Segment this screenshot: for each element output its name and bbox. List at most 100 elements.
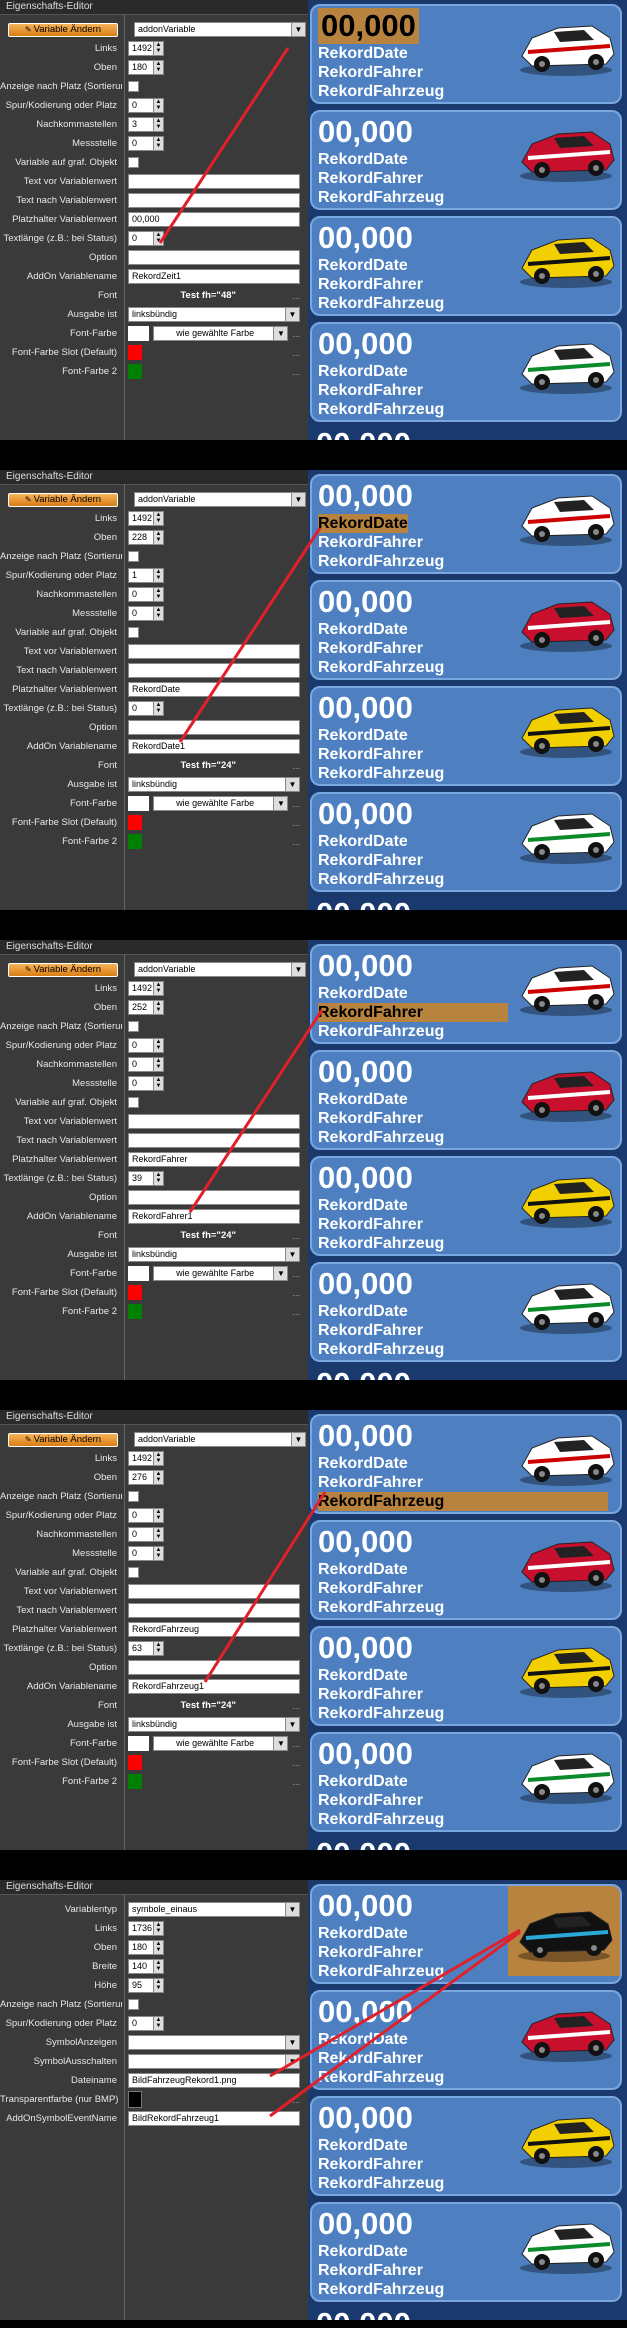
number-stepper[interactable]: 276 ▲ ▼ xyxy=(128,1470,164,1485)
spinner-arrows-icon[interactable]: ▲ ▼ xyxy=(153,137,163,150)
number-stepper[interactable]: 0 ▲ ▼ xyxy=(128,1076,164,1091)
text-input[interactable]: RekordDate1 xyxy=(128,739,300,754)
spinner-arrows-icon[interactable]: ▲ ▼ xyxy=(153,2017,163,2030)
position-card[interactable]: 00,000 RekordDate RekordFahrer RekordFahrze… xyxy=(310,322,622,422)
ellipsis-button[interactable]: ... xyxy=(292,1307,300,1317)
ellipsis-button[interactable]: ... xyxy=(292,291,300,301)
chevron-down-icon[interactable]: ▼ xyxy=(285,308,299,321)
spinner-arrows-icon[interactable]: ▲ ▼ xyxy=(153,232,163,245)
spinner-arrows-icon[interactable]: ▲ ▼ xyxy=(153,982,163,995)
color-swatch[interactable] xyxy=(128,1266,150,1281)
dropdown-select[interactable]: linksbündig ▼ xyxy=(128,307,300,322)
number-stepper[interactable]: 0 ▲ ▼ xyxy=(128,701,164,716)
spinner-arrows-icon[interactable]: ▲ ▼ xyxy=(153,118,163,131)
number-stepper[interactable]: 140 ▲ ▼ xyxy=(128,1959,164,1974)
position-card[interactable]: 00,000 RekordDate RekordFahrer RekordFahrze… xyxy=(310,1732,622,1832)
spinner-arrows-icon[interactable]: ▲ ▼ xyxy=(153,1471,163,1484)
dropdown-select[interactable]: addonVariable ▼ xyxy=(134,1432,306,1447)
spinner-arrows-icon[interactable]: ▲ ▼ xyxy=(153,607,163,620)
chevron-down-icon[interactable]: ▼ xyxy=(291,23,305,36)
text-input[interactable] xyxy=(128,193,300,208)
position-card[interactable]: 00,000 RekordDate RekordFahrer RekordFahrze… xyxy=(310,792,622,892)
text-input[interactable]: RekordZeit1 xyxy=(128,269,300,284)
spinner-arrows-icon[interactable]: ▲ ▼ xyxy=(153,1941,163,1954)
chevron-down-icon[interactable]: ▼ xyxy=(291,493,305,506)
number-stepper[interactable]: 1492 ▲ ▼ xyxy=(128,511,164,526)
chevron-down-icon[interactable]: ▼ xyxy=(285,2055,299,2068)
text-input[interactable]: RekordFahrzeug1 xyxy=(128,1679,300,1694)
variable-change-button[interactable]: ✎ Variable Ändern xyxy=(8,22,118,37)
dropdown-select[interactable]: ▼ xyxy=(128,2054,300,2069)
chevron-down-icon[interactable]: ▼ xyxy=(285,1903,299,1916)
color-dropdown[interactable]: wie gewählte Farbe ▼ xyxy=(153,1736,289,1751)
number-stepper[interactable]: 228 ▲ ▼ xyxy=(128,530,164,545)
position-card[interactable]: 00,000 RekordDate RekordFahrer RekordFahrze… xyxy=(310,944,622,1044)
color-swatch[interactable] xyxy=(128,815,143,830)
number-stepper[interactable]: 0 ▲ ▼ xyxy=(128,606,164,621)
spinner-arrows-icon[interactable]: ▲ ▼ xyxy=(153,61,163,74)
spinner-arrows-icon[interactable]: ▲ ▼ xyxy=(153,1001,163,1014)
chevron-down-icon[interactable]: ▼ xyxy=(273,797,288,810)
spinner-arrows-icon[interactable]: ▲ ▼ xyxy=(153,1547,163,1560)
spinner-arrows-icon[interactable]: ▲ ▼ xyxy=(153,1528,163,1541)
number-stepper[interactable]: 0 ▲ ▼ xyxy=(128,1527,164,1542)
font-preview[interactable]: Test fh="24" xyxy=(128,760,288,771)
ellipsis-button[interactable]: ... xyxy=(292,1739,300,1749)
color-swatch[interactable] xyxy=(128,834,143,849)
color-swatch[interactable] xyxy=(128,345,143,360)
ellipsis-button[interactable]: ... xyxy=(292,1269,300,1279)
ellipsis-button[interactable]: ... xyxy=(292,367,300,377)
number-stepper[interactable]: 3 ▲ ▼ xyxy=(128,117,164,132)
ellipsis-button[interactable]: ... xyxy=(292,799,300,809)
ellipsis-button[interactable]: ... xyxy=(292,761,300,771)
chevron-down-icon[interactable]: ▼ xyxy=(273,1737,288,1750)
variable-change-button[interactable]: ✎ Variable Ändern xyxy=(8,1432,118,1447)
spinner-arrows-icon[interactable]: ▲ ▼ xyxy=(153,512,163,525)
number-stepper[interactable]: 0 ▲ ▼ xyxy=(128,2016,164,2031)
text-input[interactable] xyxy=(128,1114,300,1129)
font-preview[interactable]: Test fh="24" xyxy=(128,1700,288,1711)
position-card[interactable]: 00,000 RekordDate RekordFahrer RekordFahrze… xyxy=(310,580,622,680)
position-card[interactable]: 00,000 RekordDate RekordFahrer RekordFahrze… xyxy=(310,474,622,574)
number-stepper[interactable]: 1736 ▲ ▼ xyxy=(128,1921,164,1936)
dropdown-select[interactable]: linksbündig ▼ xyxy=(128,777,300,792)
chevron-down-icon[interactable]: ▼ xyxy=(291,1433,305,1446)
position-card[interactable]: 00,000 RekordDate RekordFahrer RekordFahrze… xyxy=(310,1520,622,1620)
position-card[interactable]: 00,000 RekordDate RekordFahrer RekordFahrze… xyxy=(310,110,622,210)
chevron-down-icon[interactable]: ▼ xyxy=(273,1267,288,1280)
position-card[interactable]: 00,000 RekordDate RekordFahrer RekordFahrze… xyxy=(310,1050,622,1150)
ellipsis-button[interactable]: ... xyxy=(292,2095,300,2105)
number-stepper[interactable]: 39 ▲ ▼ xyxy=(128,1171,164,1186)
number-stepper[interactable]: 0 ▲ ▼ xyxy=(128,1546,164,1561)
ellipsis-button[interactable]: ... xyxy=(292,1231,300,1241)
position-card[interactable]: 00,000 RekordDate RekordFahrer RekordFahrze… xyxy=(310,216,622,316)
ellipsis-button[interactable]: ... xyxy=(292,348,300,358)
ellipsis-button[interactable]: ... xyxy=(292,1777,300,1787)
spinner-arrows-icon[interactable]: ▲ ▼ xyxy=(153,1642,163,1655)
color-swatch[interactable] xyxy=(128,326,150,341)
position-card[interactable]: 00,000 RekordDate RekordFahrer RekordFahrze… xyxy=(310,1262,622,1362)
color-swatch[interactable] xyxy=(128,1736,150,1751)
variable-change-button[interactable]: ✎ Variable Ändern xyxy=(8,492,118,507)
text-input[interactable] xyxy=(128,1603,300,1618)
text-input[interactable]: RekordDate xyxy=(128,682,300,697)
number-stepper[interactable]: 95 ▲ ▼ xyxy=(128,1978,164,1993)
text-input[interactable]: RekordFahrer xyxy=(128,1152,300,1167)
variable-change-button[interactable]: ✎ Variable Ändern xyxy=(8,962,118,977)
spinner-arrows-icon[interactable]: ▲ ▼ xyxy=(153,42,163,55)
number-stepper[interactable]: 252 ▲ ▼ xyxy=(128,1000,164,1015)
spinner-arrows-icon[interactable]: ▲ ▼ xyxy=(153,1960,163,1973)
font-preview[interactable]: Test fh="48" xyxy=(128,290,288,301)
number-stepper[interactable]: 1492 ▲ ▼ xyxy=(128,41,164,56)
color-swatch[interactable] xyxy=(128,364,143,379)
number-stepper[interactable]: 63 ▲ ▼ xyxy=(128,1641,164,1656)
spinner-arrows-icon[interactable]: ▲ ▼ xyxy=(153,1077,163,1090)
position-card[interactable]: 00,000 RekordDate RekordFahrer RekordFahrze… xyxy=(310,2096,622,2196)
ellipsis-button[interactable]: ... xyxy=(292,1288,300,1298)
dropdown-select[interactable]: addonVariable ▼ xyxy=(134,22,306,37)
checkbox[interactable] xyxy=(128,1097,139,1108)
position-card[interactable]: 00,000 RekordDate RekordFahrer RekordFahrze… xyxy=(310,1990,622,2090)
chevron-down-icon[interactable]: ▼ xyxy=(285,2036,299,2049)
text-input[interactable]: 00,000 xyxy=(128,212,300,227)
chevron-down-icon[interactable]: ▼ xyxy=(291,963,305,976)
